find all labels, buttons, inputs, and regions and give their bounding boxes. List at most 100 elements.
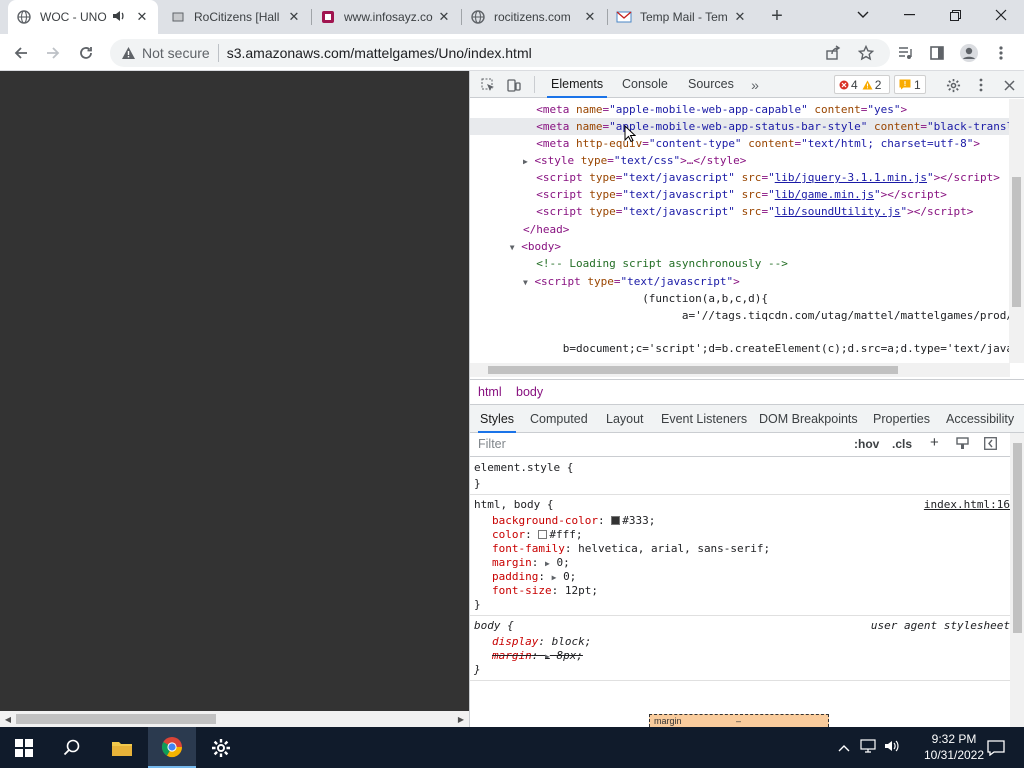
start-button[interactable] xyxy=(0,727,48,768)
class-toggle[interactable]: .cls xyxy=(892,437,912,451)
profile-avatar-icon[interactable] xyxy=(956,40,982,66)
source-link[interactable]: index.html:16 xyxy=(924,498,1010,512)
scroll-left-icon[interactable]: ◀ xyxy=(0,711,16,727)
element-style-rule[interactable]: element.style { xyxy=(474,461,1010,475)
close-window-button[interactable] xyxy=(978,0,1024,30)
style-declaration[interactable]: font-size: 12pt; xyxy=(492,584,1010,598)
add-rule-icon[interactable]: + xyxy=(930,434,939,451)
tab-styles[interactable]: Styles xyxy=(478,405,517,433)
media-controls-icon[interactable] xyxy=(892,40,918,66)
breadcrumb-html[interactable]: html xyxy=(478,385,502,399)
scroll-right-icon[interactable]: ▶ xyxy=(453,711,469,727)
minimize-button[interactable] xyxy=(886,0,932,30)
tab-console[interactable]: Console xyxy=(618,71,672,98)
box-model-diagram[interactable]: margin – xyxy=(649,714,829,727)
tab-dom-breakpoints[interactable]: DOM Breakpoints xyxy=(757,405,860,433)
color-swatch[interactable] xyxy=(611,516,621,525)
dom-node-comment[interactable]: <!-- Loading script asynchronously --> xyxy=(470,255,1010,272)
close-devtools-icon[interactable] xyxy=(999,75,1019,95)
breadcrumb-body[interactable]: body xyxy=(516,385,543,399)
styles-vertical-scrollbar[interactable] xyxy=(1010,433,1024,727)
back-button[interactable] xyxy=(8,40,34,66)
dom-node-body[interactable]: ▼ <body> xyxy=(470,238,1010,255)
speaker-icon[interactable] xyxy=(112,10,128,25)
tab-layout[interactable]: Layout xyxy=(604,405,646,433)
dom-node-script[interactable]: <script type="text/javascript" src="lib/… xyxy=(470,203,1010,220)
paint-icon[interactable] xyxy=(956,437,969,453)
dom-node-script[interactable]: <script type="text/javascript" src="lib/… xyxy=(470,186,1010,203)
more-options-icon[interactable] xyxy=(971,75,991,95)
warning-icon[interactable] xyxy=(120,45,136,61)
style-declaration[interactable]: background-color: #333; xyxy=(492,514,1010,528)
chevron-up-icon[interactable] xyxy=(838,741,850,755)
dom-node-script[interactable]: <script type="text/javascript" src="lib/… xyxy=(470,169,1010,186)
dom-node-meta[interactable]: <meta name="apple-mobile-web-app-capable… xyxy=(470,101,1010,118)
hover-state-toggle[interactable]: :hov xyxy=(854,437,879,451)
forward-button[interactable] xyxy=(40,40,66,66)
new-tab-button[interactable]: + xyxy=(766,6,788,28)
device-toolbar-icon[interactable] xyxy=(504,75,524,95)
url-text[interactable]: s3.amazonaws.com/mattelgames/Uno/index.h… xyxy=(227,45,532,61)
style-declaration[interactable]: margin: ▶ 0; xyxy=(492,556,1010,570)
tab-infosayz[interactable]: www.infosayz.co ✕ xyxy=(312,0,460,34)
dom-node-meta[interactable]: <meta http-equiv="content-type" content=… xyxy=(470,135,1010,152)
reload-button[interactable] xyxy=(73,40,99,66)
volume-icon[interactable] xyxy=(884,739,900,756)
side-panel-icon[interactable] xyxy=(924,40,950,66)
share-icon[interactable] xyxy=(820,40,846,66)
sidebar-toggle-icon[interactable] xyxy=(984,437,997,453)
tab-search-button[interactable] xyxy=(840,0,886,30)
overridden-declaration[interactable]: margin: ▶ 8px; xyxy=(492,649,1010,663)
tab-accessibility[interactable]: Accessibility xyxy=(944,405,1016,433)
restore-button[interactable] xyxy=(932,0,978,30)
color-swatch[interactable] xyxy=(538,530,548,539)
inspect-element-icon[interactable] xyxy=(478,75,498,95)
page-viewport[interactable] xyxy=(0,71,469,711)
scrollbar-thumb[interactable] xyxy=(1013,443,1022,633)
dom-node-inline-script[interactable]: ▼ <script type="text/javascript"> xyxy=(470,273,1010,290)
bookmark-star-icon[interactable] xyxy=(853,40,879,66)
style-declaration[interactable]: color: #fff; xyxy=(492,528,1010,542)
style-declaration[interactable]: display: block; xyxy=(492,635,1010,649)
scrollbar-thumb[interactable] xyxy=(1012,177,1021,307)
scrollbar-thumb[interactable] xyxy=(488,366,898,374)
address-bar[interactable]: Not secure s3.amazonaws.com/mattelgames/… xyxy=(110,39,890,67)
script-src-link[interactable]: lib/soundUtility.js xyxy=(775,205,901,218)
style-declaration[interactable]: padding: ▶ 0; xyxy=(492,570,1010,584)
script-src-link[interactable]: lib/jquery-3.1.1.min.js xyxy=(775,171,927,184)
script-src-link[interactable]: lib/game.min.js xyxy=(775,188,874,201)
styles-pane[interactable]: element.style { } html, body {index.html… xyxy=(470,457,1010,727)
tab-woc-uno[interactable]: WOC - UNO ✕ xyxy=(8,0,158,34)
tab-temp-mail[interactable]: Temp Mail - Tem ✕ xyxy=(608,0,756,34)
elements-horizontal-scrollbar[interactable] xyxy=(470,363,1010,377)
more-tabs-icon[interactable]: » xyxy=(745,75,765,95)
chrome-taskbar-button[interactable] xyxy=(148,727,196,768)
search-button[interactable] xyxy=(48,727,96,768)
rule-selector[interactable]: body {user agent stylesheet xyxy=(474,619,1010,633)
close-icon[interactable]: ✕ xyxy=(732,9,748,25)
style-declaration[interactable]: font-family: helvetica, arial, sans-seri… xyxy=(492,542,1010,556)
scrollbar-thumb[interactable] xyxy=(16,714,216,724)
tab-rocitizens-com[interactable]: rocitizens.com ✕ xyxy=(462,0,606,34)
rule-selector[interactable]: html, body {index.html:16 xyxy=(474,498,1010,512)
issues-badge[interactable]: 1 xyxy=(894,75,926,94)
dom-node-style[interactable]: ▶ <style type="text/css">…</style> xyxy=(470,152,1010,169)
gear-icon[interactable] xyxy=(943,75,963,95)
network-icon[interactable] xyxy=(860,739,876,756)
dom-node-meta-selected[interactable]: <meta name="apple-mobile-web-app-status-… xyxy=(470,118,1024,135)
tab-computed[interactable]: Computed xyxy=(528,405,590,433)
tab-event-listeners[interactable]: Event Listeners xyxy=(659,405,749,433)
close-icon[interactable]: ✕ xyxy=(286,9,302,25)
filter-input[interactable]: Filter xyxy=(478,437,506,451)
more-menu-icon[interactable] xyxy=(988,40,1014,66)
close-icon[interactable]: ✕ xyxy=(436,9,452,25)
page-horizontal-scrollbar[interactable]: ◀ ▶ xyxy=(0,711,469,727)
security-label[interactable]: Not secure xyxy=(142,45,210,61)
close-icon[interactable]: ✕ xyxy=(134,9,150,25)
tab-elements[interactable]: Elements xyxy=(547,71,608,98)
issues-counter[interactable]: 4 2 xyxy=(834,75,891,94)
tab-rocitizens-hall[interactable]: RoCitizens [Hall ✕ xyxy=(162,0,310,34)
dom-node-head-close[interactable]: </head> xyxy=(470,221,1010,238)
notifications-button[interactable] xyxy=(972,727,1020,768)
elements-tree[interactable]: <meta name="apple-mobile-web-app-capable… xyxy=(470,99,1024,363)
